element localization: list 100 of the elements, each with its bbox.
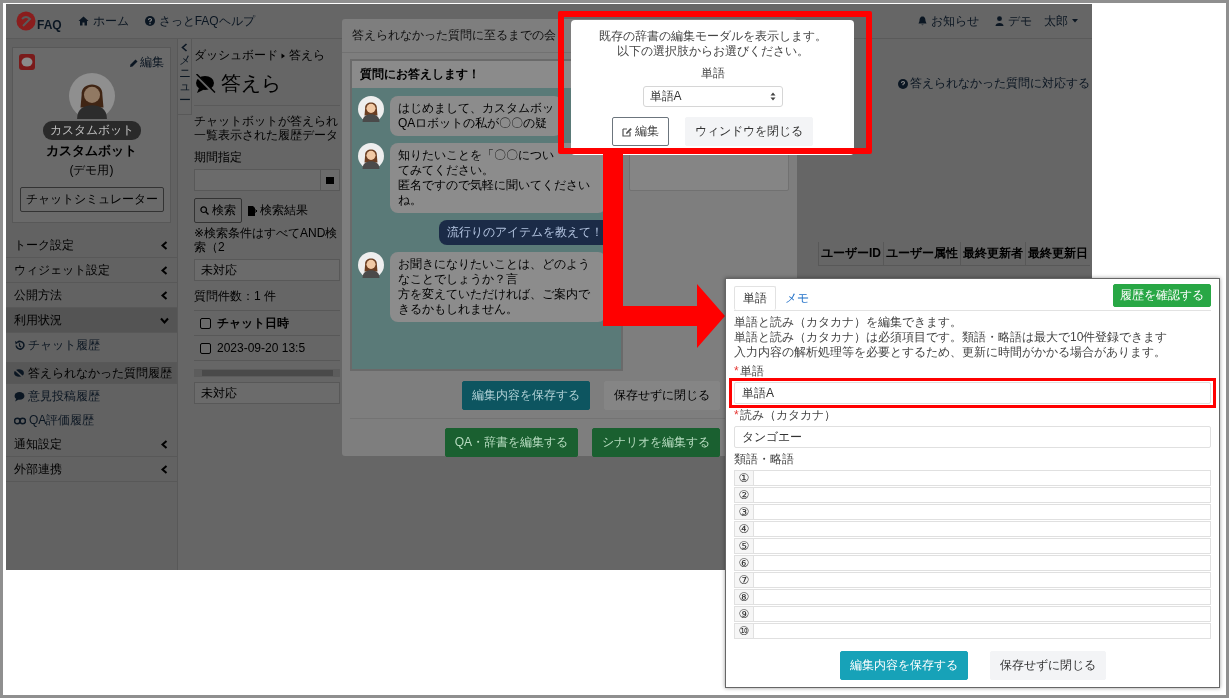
simulator-button[interactable]: チャットシミュレーター: [19, 187, 164, 212]
column-header: チャット日時: [217, 314, 289, 332]
tab[interactable]: メモ: [776, 286, 818, 310]
required-mark: *: [734, 364, 739, 379]
menu-label: メニュー: [178, 54, 191, 107]
logo-icon: [16, 10, 36, 32]
export-link[interactable]: 検索結果: [248, 202, 308, 219]
synonym-field[interactable]: [754, 623, 1211, 639]
synonym-field[interactable]: [754, 572, 1211, 588]
close-button[interactable]: ウィンドウを閉じる: [685, 117, 813, 146]
speech-bubble-icon: [14, 390, 25, 402]
synonym-field[interactable]: [754, 521, 1211, 537]
help-icon: [144, 16, 155, 26]
input-field[interactable]: タンゴエー: [734, 426, 1211, 448]
file-export-icon: [248, 205, 257, 216]
bot-note: (デモ用): [69, 162, 114, 179]
edit-link[interactable]: 編集: [130, 54, 164, 71]
bell-icon: [918, 16, 927, 26]
slot-number: ⑨: [734, 606, 754, 622]
word-select[interactable]: 単語A: [642, 86, 783, 107]
status-select[interactable]: 未対応: [194, 382, 340, 404]
menu-toggle[interactable]: メニュー: [178, 39, 192, 115]
edit-button[interactable]: シナリオを編集する: [592, 428, 720, 457]
help-link[interactable]: さっとFAQヘルプ: [144, 12, 255, 30]
history-icon: [14, 339, 25, 351]
search-note: ※検索条件はすべてAND検索（2: [194, 226, 339, 254]
save-button[interactable]: 編集内容を保存する: [839, 651, 968, 680]
search-button[interactable]: 検索: [194, 198, 242, 223]
menu-item[interactable]: 通知設定: [6, 432, 177, 457]
synonym-field[interactable]: [754, 470, 1211, 486]
chat-icon: [19, 54, 35, 70]
table-cell: 2023-09-20 13:5: [217, 341, 306, 355]
status-select[interactable]: 未対応: [194, 259, 340, 281]
page-title: 答えら: [221, 71, 281, 96]
field-label: 単語: [739, 364, 764, 379]
required-mark: *: [734, 408, 739, 423]
synonym-field[interactable]: [754, 487, 1211, 503]
edit-icon: [622, 126, 632, 137]
slot-number: ④: [734, 521, 754, 537]
field-label: 読み（カタカナ）: [739, 408, 836, 423]
menu-item[interactable]: ウィジェット設定: [6, 258, 177, 283]
help-text: 単語と読み（カタカナ）は必須項目です。類語・略語は最大で10件登録できます: [734, 330, 1169, 345]
submenu-item[interactable]: QA評価履歴: [6, 408, 177, 432]
submenu-item[interactable]: 意見投稿履歴: [6, 384, 177, 408]
avatar-icon: [358, 252, 384, 278]
tab[interactable]: 単語: [734, 286, 776, 310]
checkbox[interactable]: [200, 317, 211, 329]
modal-button[interactable]: 編集内容を保存する: [462, 381, 590, 410]
pencil-icon: [130, 58, 138, 67]
help-text: 単語と読み（カタカナ）を編集できます。: [734, 315, 963, 330]
home-icon: [77, 16, 89, 26]
breadcrumb-link[interactable]: ダッシュボード: [194, 47, 278, 64]
horizontal-scrollbar[interactable]: [194, 369, 340, 377]
description-text: チャットボットが答えられ: [194, 114, 339, 128]
submenu-item[interactable]: チャット履歴: [6, 333, 177, 357]
chevron-icon: [160, 290, 169, 300]
synonym-field[interactable]: [754, 504, 1211, 520]
checkbox[interactable]: [200, 342, 211, 354]
chevron-icon: [160, 265, 169, 275]
bot-type-badge: カスタムボット: [42, 121, 141, 140]
bot-name: カスタムボット: [46, 142, 137, 160]
menu-item[interactable]: 外部連携: [6, 457, 177, 482]
slot-number: ①: [734, 470, 754, 486]
menu-item[interactable]: トーク設定: [6, 233, 177, 258]
synonym-field[interactable]: [754, 555, 1211, 571]
edit-button[interactable]: QA・辞書を編集する: [444, 428, 578, 457]
input-field[interactable]: 単語A: [734, 382, 1211, 404]
search-icon: [200, 206, 209, 215]
history-button[interactable]: 履歴を確認する: [1113, 284, 1211, 307]
user-menu[interactable]: デモ 太郎: [995, 12, 1078, 30]
menu-item[interactable]: 利用状況: [6, 308, 177, 333]
period-label: 期間指定: [194, 149, 243, 166]
chat-off-icon: [194, 73, 216, 94]
caret-icon: [1072, 19, 1078, 23]
synonym-field[interactable]: [754, 589, 1211, 605]
bot-message: 知りたいことを「〇〇につい てみてください。 匿名ですので気軽に聞いてくださいね。: [390, 143, 606, 213]
slot-number: ⑧: [734, 589, 754, 605]
modal-button[interactable]: 保存せずに閉じる: [604, 381, 720, 410]
chevron-icon: [181, 43, 188, 52]
submenu-item[interactable]: 答えられなかった質問履歴: [6, 362, 177, 384]
help-icon: [898, 78, 908, 89]
help-link[interactable]: 答えられなかった質問に対応する: [898, 75, 1090, 92]
notice-link[interactable]: お知らせ: [918, 12, 979, 30]
chat-off-icon: [13, 367, 25, 379]
synonym-field[interactable]: [754, 538, 1211, 554]
slot-number: ③: [734, 504, 754, 520]
slot-number: ⑤: [734, 538, 754, 554]
home-link[interactable]: ホーム: [77, 12, 129, 30]
column-header: 最終更新者: [960, 242, 1025, 265]
help-text: 入力内容の解析処理等を必要とするため、更新に時間がかかる場合があります。: [734, 345, 1167, 360]
slot-number: ⑥: [734, 555, 754, 571]
breadcrumb-current: 答えら: [289, 47, 325, 64]
column-header: 最終更新日: [1025, 242, 1090, 265]
close-button[interactable]: 保存せずに閉じる: [989, 651, 1106, 680]
date-field[interactable]: [194, 169, 340, 191]
slot-number: ⑦: [734, 572, 754, 588]
synonym-field[interactable]: [754, 606, 1211, 622]
slot-number: ②: [734, 487, 754, 503]
edit-button[interactable]: 編集: [612, 117, 669, 146]
column-header: ユーザーID: [818, 242, 883, 265]
